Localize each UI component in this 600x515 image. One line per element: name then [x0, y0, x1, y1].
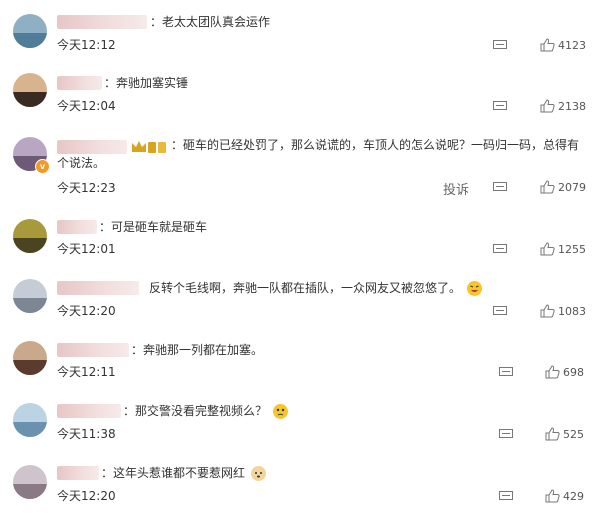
comment-text: ：老太太团队真会运作 [150, 15, 271, 29]
like-count: 1255 [558, 243, 586, 256]
comment-time: 今天12:04 [57, 99, 116, 113]
comment-text: ：这年头惹谁都不要惹网红 [101, 466, 266, 481]
thumbs-up-icon[interactable] [540, 304, 555, 318]
like-count: 4123 [558, 39, 586, 52]
thumbs-up-icon[interactable] [540, 38, 555, 52]
like-count: 2138 [558, 100, 586, 113]
comment-time: 今天12:20 [57, 304, 116, 318]
comment-text: ：砸车的已经处罚了，那么说谎的，车顶人的怎么说呢？一码归一码，总得有个说法。 [57, 138, 580, 170]
thumbs-up-icon[interactable] [545, 365, 560, 379]
comment-bubble-icon[interactable] [493, 101, 507, 112]
avatar[interactable] [13, 341, 47, 375]
like-count: 698 [563, 366, 584, 379]
like-count: 525 [563, 428, 584, 441]
comment-time: 今天11:38 [57, 427, 116, 441]
like-count: 1083 [558, 305, 586, 318]
avatar[interactable] [13, 14, 47, 48]
comment-bubble-icon[interactable] [499, 491, 513, 502]
comment-text: ：那交警没看完整视频么？ [123, 404, 288, 419]
avatar[interactable] [13, 403, 47, 437]
comment-bubble-icon[interactable] [493, 244, 507, 255]
comment-text: ：可是砸车就是砸车 [99, 220, 208, 234]
thumbs-up-icon[interactable] [540, 242, 555, 256]
comment-text: 反转个毛线啊，奔驰一队都在插队，一众网友又被忽悠了。 [149, 281, 482, 296]
thumbs-up-icon[interactable] [540, 180, 555, 194]
comment-text: ：奔驰加塞实锤 [104, 76, 189, 90]
username[interactable] [57, 404, 121, 418]
like-count: 429 [563, 490, 584, 503]
comment-time: 今天12:20 [57, 489, 116, 503]
comment-bubble-icon[interactable] [499, 367, 513, 378]
comment-bubble-icon[interactable] [493, 40, 507, 51]
avatar[interactable] [13, 219, 47, 253]
username[interactable] [57, 466, 99, 480]
thumbs-up-icon[interactable] [545, 427, 560, 441]
comment-time: 今天12:01 [57, 242, 116, 256]
comment-time: 今天12:12 [57, 38, 116, 52]
avatar[interactable] [13, 465, 47, 499]
avatar[interactable] [13, 279, 47, 313]
doge-emoji-icon [250, 466, 266, 481]
username[interactable] [57, 281, 139, 295]
laugh-emoji-icon [466, 281, 482, 296]
verified-badge-icon: v [35, 159, 50, 174]
username[interactable] [57, 220, 97, 234]
like-count: 2079 [558, 181, 586, 194]
thumbs-up-icon[interactable] [545, 489, 560, 503]
thinking-emoji-icon [272, 404, 288, 419]
comment-time: 今天12:23 [57, 181, 116, 195]
comment-bubble-icon[interactable] [493, 182, 507, 193]
comment-text: ：奔驰那一列都在加塞。 [131, 343, 264, 357]
report-button[interactable]: 投诉 [443, 179, 469, 198]
thumbs-up-icon[interactable] [540, 99, 555, 113]
username[interactable] [57, 76, 102, 90]
comment-bubble-icon[interactable] [499, 429, 513, 440]
username[interactable] [57, 343, 129, 357]
comment-bubble-icon[interactable] [493, 306, 507, 317]
username[interactable] [57, 15, 147, 29]
avatar[interactable] [13, 73, 47, 107]
comment-time: 今天12:11 [57, 365, 116, 379]
